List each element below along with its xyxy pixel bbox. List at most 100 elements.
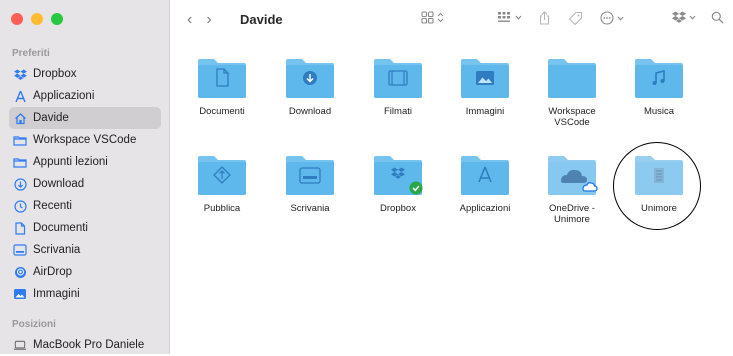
folder-item-immagini[interactable]: Immagini bbox=[441, 58, 529, 117]
folder-label: Workspace VSCode bbox=[548, 106, 596, 128]
sidebar-item-applicazioni[interactable]: Applicazioni bbox=[9, 85, 161, 107]
document-icon bbox=[13, 221, 27, 235]
folder-label: Download bbox=[288, 106, 332, 117]
clock-icon bbox=[13, 199, 27, 213]
folder-item-dropbox[interactable]: Dropbox bbox=[354, 155, 442, 214]
folder-icon bbox=[197, 155, 247, 195]
close-button[interactable] bbox=[11, 13, 23, 25]
folder-item-documenti[interactable]: Documenti bbox=[178, 58, 266, 117]
folder-icon bbox=[460, 155, 510, 195]
minimize-button[interactable] bbox=[31, 13, 43, 25]
tag-icon bbox=[568, 12, 582, 26]
folder-item-filmati[interactable]: Filmati bbox=[354, 58, 442, 117]
folder-label: Immagini bbox=[465, 106, 505, 117]
sidebar-item-label: Appunti lezioni bbox=[33, 156, 108, 168]
dropbox-menu-button[interactable] bbox=[672, 11, 696, 23]
sidebar-item-dropbox[interactable]: Dropbox bbox=[9, 63, 161, 85]
folder-item-workspace-vscode[interactable]: Workspace VSCode bbox=[528, 58, 616, 128]
highlight-circle-annotation bbox=[613, 142, 701, 230]
folder-icon bbox=[460, 58, 510, 98]
chevron-down-icon bbox=[515, 15, 522, 20]
folder-item-musica[interactable]: Musica bbox=[615, 58, 703, 117]
action-menu-button[interactable] bbox=[600, 11, 624, 25]
traffic-lights bbox=[0, 12, 169, 26]
folder-label: Scrivania bbox=[290, 203, 330, 214]
folder-label: Dropbox bbox=[380, 203, 416, 214]
sidebar-item-davide[interactable]: Davide bbox=[9, 107, 161, 129]
folder-icon bbox=[373, 155, 423, 195]
folder-item-onedrive-unimore[interactable]: OneDrive - Unimore bbox=[528, 155, 616, 225]
folder-icon bbox=[547, 155, 598, 195]
sidebar-item-label: Documenti bbox=[33, 222, 88, 234]
folder-label: OneDrive - Unimore bbox=[549, 203, 595, 225]
desktop-icon bbox=[13, 243, 27, 257]
sidebar-item-label: MacBook Pro Daniele bbox=[33, 339, 145, 351]
folder-icon bbox=[285, 155, 335, 195]
folder-label: Filmati bbox=[384, 106, 412, 117]
home-icon bbox=[13, 111, 27, 125]
sidebar-item-label: Scrivania bbox=[33, 244, 81, 256]
sidebar-item-recenti[interactable]: Recenti bbox=[9, 195, 161, 217]
airdrop-icon bbox=[13, 265, 27, 279]
folder-icon bbox=[197, 58, 247, 98]
sidebar-item-label: Recenti bbox=[33, 200, 72, 212]
main-content: ‹ › Davide Documenti Download Filmati Im… bbox=[170, 0, 733, 354]
folder-icon bbox=[13, 155, 27, 169]
chevron-down-icon bbox=[689, 15, 696, 20]
folder-label: Musica bbox=[643, 106, 675, 117]
sidebar-item-workspace-vscode[interactable]: Workspace VSCode bbox=[9, 129, 161, 151]
back-button[interactable]: ‹ bbox=[187, 12, 192, 28]
grid-view-icon bbox=[421, 11, 434, 24]
sidebar-item-label: Workspace VSCode bbox=[33, 134, 137, 146]
laptop-icon bbox=[13, 338, 27, 352]
view-mode-button[interactable] bbox=[421, 11, 444, 24]
folder-item-download[interactable]: Download bbox=[266, 58, 354, 117]
chevron-down-icon bbox=[617, 16, 624, 21]
window-title: Davide bbox=[240, 12, 283, 27]
sidebar-item-airdrop[interactable]: AirDrop bbox=[9, 261, 161, 283]
sidebar-item-label: Applicazioni bbox=[33, 90, 95, 102]
ellipsis-circle-icon bbox=[600, 11, 614, 25]
sidebar-item-label: Davide bbox=[33, 112, 69, 124]
folder-label: Pubblica bbox=[203, 203, 241, 214]
forward-button[interactable]: › bbox=[206, 12, 211, 28]
sidebar: Preferiti Dropbox Applicazioni Davide Works… bbox=[0, 0, 170, 354]
sidebar-item-immagini[interactable]: Immagini bbox=[9, 283, 161, 305]
sidebar-item-scrivania[interactable]: Scrivania bbox=[9, 239, 161, 261]
folder-icon bbox=[547, 58, 597, 98]
folder-icon bbox=[634, 58, 684, 98]
download-icon bbox=[13, 177, 27, 191]
search-button[interactable] bbox=[711, 11, 724, 24]
sidebar-item-label: Download bbox=[33, 178, 85, 190]
toolbar: ‹ › Davide bbox=[170, 0, 733, 40]
group-icon bbox=[498, 12, 510, 22]
share-button[interactable] bbox=[539, 11, 550, 25]
folder-icon bbox=[285, 58, 335, 98]
folder-icon bbox=[373, 58, 423, 98]
folder-item-scrivania[interactable]: Scrivania bbox=[266, 155, 354, 214]
sidebar-item-label: Immagini bbox=[33, 288, 80, 300]
folder-item-pubblica[interactable]: Pubblica bbox=[178, 155, 266, 214]
folder-label: Applicazioni bbox=[459, 203, 511, 214]
finder-window: Preferiti Dropbox Applicazioni Davide Works… bbox=[0, 0, 733, 354]
sidebar-item-macbook-pro-daniele[interactable]: MacBook Pro Daniele bbox=[9, 334, 161, 356]
tag-button[interactable] bbox=[568, 11, 583, 26]
dropbox-icon bbox=[672, 11, 686, 23]
sidebar-item-download[interactable]: Download bbox=[9, 173, 161, 195]
dropbox-icon bbox=[13, 67, 27, 81]
folder-label: Documenti bbox=[199, 106, 245, 117]
applications-icon bbox=[13, 89, 27, 103]
sidebar-item-label: Dropbox bbox=[33, 68, 77, 80]
sidebar-item-appunti-lezioni[interactable]: Appunti lezioni bbox=[9, 151, 161, 173]
search-icon bbox=[711, 11, 724, 24]
chevron-updown-icon bbox=[437, 12, 444, 23]
sidebar-item-documenti[interactable]: Documenti bbox=[9, 217, 161, 239]
sidebar-section-favorites: Preferiti bbox=[12, 48, 50, 59]
sidebar-section-locations: Posizioni bbox=[12, 319, 56, 330]
folder-item-applicazioni[interactable]: Applicazioni bbox=[441, 155, 529, 214]
sidebar-item-label: AirDrop bbox=[33, 266, 72, 278]
group-button[interactable] bbox=[497, 11, 522, 24]
share-icon bbox=[540, 11, 549, 25]
zoom-button[interactable] bbox=[51, 13, 63, 25]
folder-icon bbox=[13, 133, 27, 147]
